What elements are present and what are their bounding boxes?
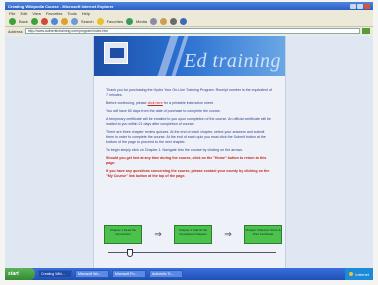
chapter-3-button[interactable]: Chapter 3 Review Score & Print Certifica… xyxy=(244,225,282,244)
maximize-button[interactable] xyxy=(357,3,363,9)
window-controls xyxy=(350,3,370,9)
site-logo[interactable] xyxy=(104,42,128,64)
site-banner: Ed training xyxy=(94,36,285,76)
print-icon[interactable] xyxy=(169,17,177,25)
deadline-text: You will have 60 days from the date of p… xyxy=(106,109,221,113)
history-icon[interactable] xyxy=(149,17,157,25)
menu-tools[interactable]: Tools xyxy=(67,11,76,16)
search-icon[interactable] xyxy=(70,17,78,25)
address-label: Address xyxy=(8,28,23,34)
taskbar: start Creating Wiki... Microsoft Wo... M… xyxy=(5,268,373,280)
back-label[interactable]: Back xyxy=(19,19,28,24)
system-tray: Internet xyxy=(345,268,373,280)
favorites-icon[interactable] xyxy=(96,17,104,25)
home-icon[interactable] xyxy=(60,17,68,25)
edit-icon[interactable] xyxy=(179,17,187,25)
browser-window: Creating Wikipedia Course - Microsoft In… xyxy=(5,2,373,280)
chapter-flow: Chapter 1 Read the Introduction ⇒ Chapte… xyxy=(104,225,282,244)
instructions-before: Before continuing, please xyxy=(106,101,147,105)
search-label[interactable]: Search xyxy=(81,19,94,24)
window-title: Creating Wikipedia Course - Microsoft In… xyxy=(8,3,114,9)
menu-help[interactable]: Help xyxy=(82,11,90,16)
taskbar-item[interactable]: Microsoft Po... xyxy=(112,270,146,278)
forward-icon[interactable] xyxy=(30,17,38,25)
quiz-text: There are three chapter review quizzes. … xyxy=(106,130,266,144)
page-viewport: Ed training Thank you for purchasing the… xyxy=(5,36,373,268)
back-icon[interactable] xyxy=(9,17,16,25)
taskbar-item[interactable]: Creating Wiki... xyxy=(38,270,72,278)
media-label[interactable]: Media xyxy=(136,19,147,24)
menu-view[interactable]: View xyxy=(32,11,41,16)
taskbar-item[interactable]: Authentic Tr... xyxy=(149,270,183,278)
banner-wordmark: Ed training xyxy=(183,50,281,72)
tray-icon[interactable] xyxy=(349,272,354,276)
arrow-icon: ⇒ xyxy=(154,229,162,239)
photo-frame: Creating Wikipedia Course - Microsoft In… xyxy=(0,0,378,285)
mail-icon[interactable] xyxy=(159,17,167,25)
media-icon[interactable] xyxy=(126,17,134,25)
title-bar: Creating Wikipedia Course - Microsoft In… xyxy=(5,2,373,10)
address-bar: Address http://www.authentictraining.com… xyxy=(5,27,373,35)
home-help-text: Should you get lost at any time during t… xyxy=(106,156,267,165)
address-input[interactable]: http://www.authentictraining.com/program… xyxy=(24,28,360,34)
stop-icon[interactable] xyxy=(40,17,48,25)
instructions-after: for a printable instruction sheet. xyxy=(163,101,214,105)
progress-slider[interactable] xyxy=(108,249,276,257)
taskbar-item[interactable]: Microsoft Wo... xyxy=(75,270,109,278)
tray-label: Internet xyxy=(355,271,369,277)
favorites-label[interactable]: Favorites xyxy=(107,19,123,24)
toolbar: Back Search Favorites Media xyxy=(5,16,373,27)
begin-text: To begin simply click on Chapter 1. Navi… xyxy=(106,148,244,152)
instructions-text: Before continuing, please click here for… xyxy=(106,101,273,106)
menu-favorites[interactable]: Favorites xyxy=(46,11,62,16)
chapter-1-button[interactable]: Chapter 1 Read the Introduction xyxy=(104,225,142,244)
refresh-icon[interactable] xyxy=(50,17,58,25)
arrow-icon: ⇒ xyxy=(224,229,232,239)
page-content: Ed training Thank you for purchasing the… xyxy=(93,36,286,268)
menu-file[interactable]: File xyxy=(9,11,15,16)
instructions-link[interactable]: click here xyxy=(148,101,163,105)
close-button[interactable] xyxy=(364,3,370,9)
minimize-button[interactable] xyxy=(350,3,356,9)
chapter-2-button[interactable]: Chapter 2 Submit the Completed Chapters xyxy=(174,225,212,244)
welcome-text: Thank you for purchasing the Hydro Your … xyxy=(106,88,273,97)
start-button[interactable]: start xyxy=(5,268,35,280)
go-button[interactable] xyxy=(362,28,370,34)
contact-text: If you have any questions concerning the… xyxy=(106,169,270,178)
certificate-text: A temporary certificate will be emailed … xyxy=(106,117,271,126)
slider-handle[interactable] xyxy=(127,249,134,257)
menu-edit[interactable]: Edit xyxy=(20,11,27,16)
